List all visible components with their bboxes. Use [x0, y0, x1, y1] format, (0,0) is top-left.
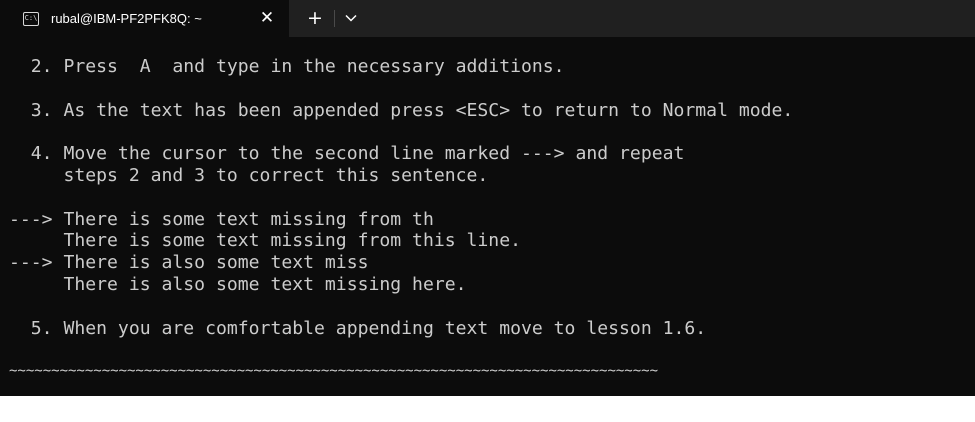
terminal-line: ---> There is also some text miss — [9, 252, 369, 274]
title-bar: C:\ rubal@IBM-PF2PFK8Q: ~ ✕ + — [0, 0, 975, 37]
terminal-line: There is some text missing from this lin… — [9, 230, 521, 252]
vim-tilde-line: ~~~~~~~~~~~~~~~~~~~~~~~~~~~~~~~~~~~~~~~~… — [9, 363, 659, 380]
terminal-line: 3. As the text has been appended press <… — [9, 99, 794, 121]
tab-title: rubal@IBM-PF2PFK8Q: ~ — [51, 11, 202, 26]
chevron-down-icon[interactable] — [340, 7, 362, 29]
terminal-line: 5. When you are comfortable appending te… — [9, 317, 707, 339]
terminal-line: 2. Press A and type in the necessary add… — [9, 56, 565, 77]
terminal-line: There is also some text missing here. — [9, 273, 467, 295]
plus-icon[interactable]: + — [303, 7, 327, 29]
close-icon[interactable]: ✕ — [256, 7, 278, 29]
terminal-line: steps 2 and 3 to correct this sentence. — [9, 164, 489, 186]
terminal-window: C:\ rubal@IBM-PF2PFK8Q: ~ ✕ + 2. Press A… — [0, 0, 975, 396]
terminal-line: ---> There is some text missing from th — [9, 208, 434, 230]
terminal-line: 4. Move the cursor to the second line ma… — [9, 143, 685, 165]
tab-active[interactable]: C:\ rubal@IBM-PF2PFK8Q: ~ ✕ — [0, 0, 289, 37]
tab-separator — [334, 10, 335, 27]
terminal-icon: C:\ — [23, 11, 39, 26]
terminal-output[interactable]: 2. Press A and type in the necessary add… — [9, 56, 975, 396]
